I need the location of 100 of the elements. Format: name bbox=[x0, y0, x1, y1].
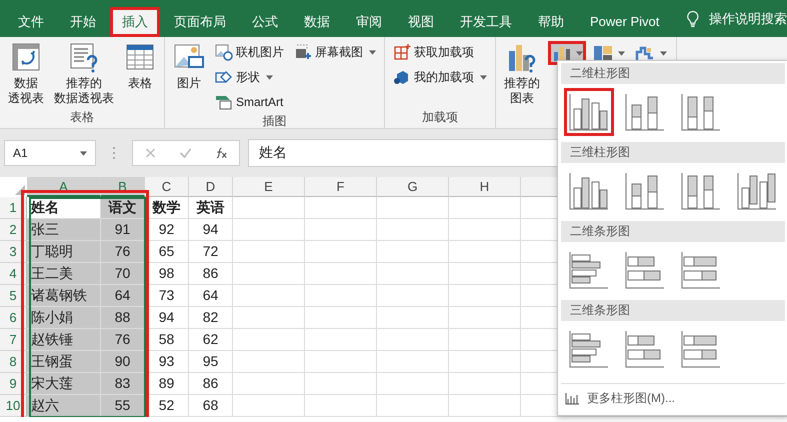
chart-thumbnail-icon bbox=[568, 251, 610, 289]
globe-picture-icon bbox=[215, 43, 233, 61]
more-charts-link[interactable]: 更多柱形图(M)... bbox=[561, 383, 785, 413]
table-cell: 89 bbox=[145, 373, 189, 395]
ribbon-button[interactable]: 图片 bbox=[171, 41, 207, 91]
group-label: 表格 bbox=[69, 109, 95, 126]
table-cell: 93 bbox=[145, 351, 189, 373]
section-header: 二维柱形图 bbox=[561, 63, 785, 84]
ribbon-tab[interactable]: 开始 bbox=[58, 7, 108, 37]
section-header: 三维条形图 bbox=[561, 300, 785, 321]
ribbon-button[interactable]: 获取加载项 bbox=[391, 41, 489, 63]
table-cell bbox=[305, 351, 377, 373]
camera-icon bbox=[294, 43, 312, 61]
chart-thumbnail-icon bbox=[736, 172, 778, 210]
chart-thumbnail-icon bbox=[680, 251, 722, 289]
table-cell bbox=[305, 395, 377, 417]
select-all-corner[interactable] bbox=[15, 185, 25, 195]
chart-thumbnail-icon bbox=[624, 330, 666, 368]
table-cell bbox=[233, 373, 305, 395]
caret-icon bbox=[618, 50, 625, 56]
ribbon-button[interactable]: SmartArt bbox=[213, 91, 286, 113]
ribbon-tab[interactable]: 视图 bbox=[396, 7, 446, 37]
ribbon-button[interactable]: 推荐的 数据透视表 bbox=[52, 41, 116, 106]
group-label: 加载项 bbox=[421, 109, 459, 126]
chart-thumbnail-icon bbox=[624, 251, 666, 289]
chart-thumbnail-icon bbox=[568, 330, 610, 368]
ribbon-tab[interactable]: Power Pivot bbox=[578, 7, 672, 37]
table-cell bbox=[377, 219, 449, 241]
table-cell: 王钢蛋 bbox=[27, 351, 101, 373]
table-cell bbox=[233, 329, 305, 351]
table-cell: 72 bbox=[189, 241, 233, 263]
chart-thumbnail-icon bbox=[568, 93, 610, 131]
tell-me-search[interactable]: 操作说明搜索 bbox=[709, 10, 787, 28]
table-cell bbox=[305, 285, 377, 307]
check-icon[interactable] bbox=[179, 147, 192, 159]
table-cell: 52 bbox=[145, 395, 189, 417]
column-header[interactable]: H bbox=[449, 177, 521, 197]
table-cell bbox=[305, 373, 377, 395]
table-cell bbox=[233, 263, 305, 285]
table-cell bbox=[233, 307, 305, 329]
column-header[interactable]: F bbox=[305, 177, 377, 197]
table-cell bbox=[233, 241, 305, 263]
ribbon-tab[interactable]: 插入 bbox=[110, 7, 160, 37]
ribbon-tab[interactable]: 帮助 bbox=[526, 7, 576, 37]
lightbulb-icon[interactable] bbox=[687, 10, 699, 28]
table-cell bbox=[305, 307, 377, 329]
caret-icon bbox=[80, 150, 87, 156]
table-cell: 数学 bbox=[145, 197, 189, 219]
ribbon-button[interactable]: 表格 bbox=[122, 41, 158, 91]
table-cell bbox=[377, 197, 449, 219]
column-header[interactable]: G bbox=[377, 177, 449, 197]
table-cell bbox=[305, 329, 377, 351]
table-cell bbox=[233, 219, 305, 241]
ribbon-tab[interactable]: 审阅 bbox=[344, 7, 394, 37]
table-cell: 王二美 bbox=[27, 263, 101, 285]
table-cell bbox=[377, 329, 449, 351]
table-cell bbox=[377, 373, 449, 395]
table-cell: 86 bbox=[189, 263, 233, 285]
ribbon-tab[interactable]: 页面布局 bbox=[162, 7, 238, 37]
table-cell: 64 bbox=[189, 285, 233, 307]
table-cell: 62 bbox=[189, 329, 233, 351]
table-cell bbox=[233, 285, 305, 307]
table-cell bbox=[305, 241, 377, 263]
table-cell: 68 bbox=[189, 395, 233, 417]
table-cell bbox=[233, 395, 305, 417]
table-cell bbox=[305, 197, 377, 219]
chart-type-option[interactable] bbox=[564, 88, 614, 136]
caret-icon bbox=[660, 50, 667, 56]
ribbon-tab[interactable]: 数据 bbox=[292, 7, 342, 37]
function-icon[interactable] bbox=[214, 147, 228, 159]
table-cell: 58 bbox=[145, 329, 189, 351]
table-cell: 英语 bbox=[189, 197, 233, 219]
column-header[interactable]: E bbox=[233, 177, 305, 197]
ribbon-tab[interactable]: 文件 bbox=[6, 7, 56, 37]
ribbon-button[interactable]: 数据 透视表 bbox=[6, 41, 46, 106]
ribbon-button[interactable]: 屏幕截图 bbox=[292, 41, 378, 63]
group-label: 插图 bbox=[262, 113, 288, 130]
table-cell: 95 bbox=[189, 351, 233, 373]
column-header[interactable]: D bbox=[189, 177, 233, 197]
ribbon-button[interactable]: 形状 bbox=[213, 66, 286, 88]
ribbon-button[interactable]: 我的加载项 bbox=[391, 66, 489, 88]
table-cell: 张三 bbox=[27, 219, 101, 241]
table-cell: 91 bbox=[101, 219, 145, 241]
chart-thumbnail-icon bbox=[680, 330, 722, 368]
name-box[interactable]: A1 bbox=[4, 140, 96, 166]
ribbon-tab[interactable]: 开发工具 bbox=[448, 7, 524, 37]
table-cell: 丁聪明 bbox=[27, 241, 101, 263]
ribbon-tab[interactable]: 公式 bbox=[240, 7, 290, 37]
table-cell bbox=[305, 219, 377, 241]
section-header: 二维条形图 bbox=[561, 221, 785, 242]
table-cell: 94 bbox=[145, 307, 189, 329]
table-cell: 76 bbox=[101, 329, 145, 351]
column-header[interactable]: C bbox=[145, 177, 189, 197]
ribbon-button[interactable]: 推荐的 图表 bbox=[502, 41, 542, 106]
drag-handle-icon[interactable] bbox=[112, 146, 116, 160]
table-cell bbox=[377, 351, 449, 373]
table-cell: 86 bbox=[189, 373, 233, 395]
table-cell: 82 bbox=[189, 307, 233, 329]
ribbon-button[interactable]: 联机图片 bbox=[213, 41, 286, 63]
table-cell: 诸葛钢铁 bbox=[27, 285, 101, 307]
